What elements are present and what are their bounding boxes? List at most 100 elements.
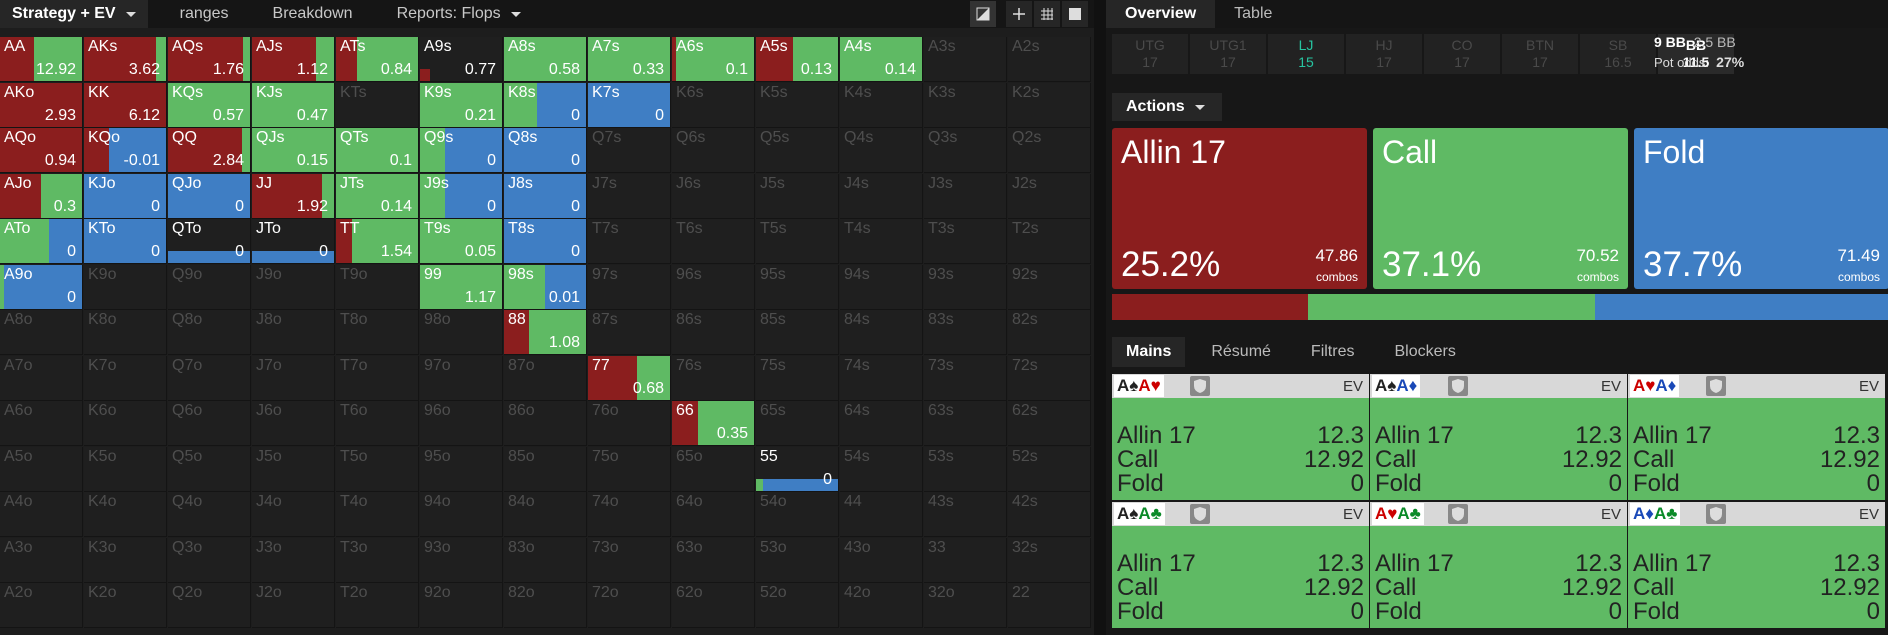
hand-cell-32o[interactable]: 32o xyxy=(924,583,1007,628)
grid-icon[interactable] xyxy=(1034,1,1060,27)
hand-cell-Q9o[interactable]: Q9o xyxy=(168,264,251,310)
hand-cell-J6o[interactable]: J6o xyxy=(252,401,335,446)
hand-card[interactable]: A♥A♣ EV Allin 17 12.3 Call 12.92 Fold 0 xyxy=(1370,502,1627,628)
hand-cell-86o[interactable]: 86o xyxy=(504,401,587,446)
hand-cell-K5o[interactable]: K5o xyxy=(84,446,167,492)
hand-cell-J8o[interactable]: J8o xyxy=(252,310,335,355)
hand-card[interactable]: A♠A♥ EV Allin 17 12.3 Call 12.92 Fold 0 xyxy=(1112,374,1369,500)
hand-cell-82s[interactable]: 82s xyxy=(1008,310,1091,355)
hand-cell-A5o[interactable]: A5o xyxy=(0,446,83,492)
shield-icon[interactable] xyxy=(1190,504,1210,524)
hand-cell-92s[interactable]: 92s xyxy=(1008,264,1091,310)
hand-cell-Q7o[interactable]: Q7o xyxy=(168,355,251,401)
hand-cell-74o[interactable]: 74o xyxy=(588,492,671,537)
hand-cell-52s[interactable]: 52s xyxy=(1008,446,1091,492)
hand-cell-Q4o[interactable]: Q4o xyxy=(168,492,251,537)
hand-cell-T8o[interactable]: T8o xyxy=(336,310,419,355)
square-icon[interactable] xyxy=(1062,1,1088,27)
hand-cell-A5s[interactable]: 0.13 A5s xyxy=(756,37,839,82)
hand-cell-53o[interactable]: 53o xyxy=(756,537,839,583)
hand-cell-AKo[interactable]: 2.93 AKo xyxy=(0,82,83,128)
hand-cell-JJ[interactable]: 1.92 JJ xyxy=(252,173,335,219)
hand-cell-T9s[interactable]: 0.05 T9s xyxy=(420,219,503,264)
hand-cell-K8s[interactable]: 0 K8s xyxy=(504,82,587,128)
hand-cell-77[interactable]: 0.68 77 xyxy=(588,355,671,401)
hand-cell-83s[interactable]: 83s xyxy=(924,310,1007,355)
shield-icon[interactable] xyxy=(1190,376,1210,396)
hand-cell-A6s[interactable]: 0.1 A6s xyxy=(672,37,755,82)
hand-cell-A2o[interactable]: A2o xyxy=(0,583,83,628)
hand-cell-63o[interactable]: 63o xyxy=(672,537,755,583)
hand-cell-T5s[interactable]: T5s xyxy=(756,219,839,264)
hand-cell-T2o[interactable]: T2o xyxy=(336,583,419,628)
hand-cell-66[interactable]: 0.35 66 xyxy=(672,401,755,446)
hand-cell-Q9s[interactable]: 0 Q9s xyxy=(420,128,503,173)
hand-cell-85o[interactable]: 85o xyxy=(504,446,587,492)
hand-card[interactable]: A♠A♣ EV Allin 17 12.3 Call 12.92 Fold 0 xyxy=(1112,502,1369,628)
hand-cell-99[interactable]: 1.17 99 xyxy=(420,264,503,310)
tab-resumé[interactable]: Résumé xyxy=(1197,337,1285,367)
hand-cell-A9o[interactable]: 0 A9o xyxy=(0,264,83,310)
hand-cell-J9o[interactable]: J9o xyxy=(252,264,335,310)
hand-cell-ATo[interactable]: 0 ATo xyxy=(0,219,83,264)
tab-strategy-ev[interactable]: Strategy + EV xyxy=(0,0,148,28)
hand-cell-K8o[interactable]: K8o xyxy=(84,310,167,355)
hand-cell-J2o[interactable]: J2o xyxy=(252,583,335,628)
contrast-icon[interactable] xyxy=(970,1,996,27)
hand-cell-J3s[interactable]: J3s xyxy=(924,173,1007,219)
hand-cell-J9s[interactable]: 0 J9s xyxy=(420,173,503,219)
hand-cell-85s[interactable]: 85s xyxy=(756,310,839,355)
hand-cell-K3o[interactable]: K3o xyxy=(84,537,167,583)
hand-cell-95s[interactable]: 95s xyxy=(756,264,839,310)
hand-card[interactable]: A♠A♦ EV Allin 17 12.3 Call 12.92 Fold 0 xyxy=(1370,374,1627,500)
tab-breakdown[interactable]: Breakdown xyxy=(261,0,365,28)
tab-mains[interactable]: Mains xyxy=(1112,337,1186,367)
hand-cell-T3o[interactable]: T3o xyxy=(336,537,419,583)
hand-cell-QTo[interactable]: 0 QTo xyxy=(168,219,251,264)
hand-cell-T9o[interactable]: T9o xyxy=(336,264,419,310)
actions-dropdown[interactable]: Actions xyxy=(1112,93,1222,121)
action-card-call[interactable]: Call 37.1% 70.52 combos xyxy=(1373,128,1628,289)
hand-cell-64o[interactable]: 64o xyxy=(672,492,755,537)
hand-cell-JTs[interactable]: 0.14 JTs xyxy=(336,173,419,219)
position-co[interactable]: CO 17 xyxy=(1424,34,1500,74)
hand-cell-32s[interactable]: 32s xyxy=(1008,537,1091,583)
hand-cell-Q3s[interactable]: Q3s xyxy=(924,128,1007,173)
hand-cell-62o[interactable]: 62o xyxy=(672,583,755,628)
hand-cell-22[interactable]: 22 xyxy=(1008,583,1091,628)
hand-cell-K4s[interactable]: K4s xyxy=(840,82,923,128)
tab-blockers[interactable]: Blockers xyxy=(1380,337,1469,367)
hand-cell-K2o[interactable]: K2o xyxy=(84,583,167,628)
tab-overview[interactable]: Overview xyxy=(1106,0,1216,28)
hand-cell-QJo[interactable]: 0 QJo xyxy=(168,173,251,219)
hand-cell-Q6s[interactable]: Q6s xyxy=(672,128,755,173)
hand-cell-42s[interactable]: 42s xyxy=(1008,492,1091,537)
position-btn[interactable]: BTN 17 xyxy=(1502,34,1578,74)
shield-icon[interactable] xyxy=(1706,376,1726,396)
hand-cell-94s[interactable]: 94s xyxy=(840,264,923,310)
hand-cell-74s[interactable]: 74s xyxy=(840,355,923,401)
hand-cell-TT[interactable]: 1.54 TT xyxy=(336,219,419,264)
hand-cell-95o[interactable]: 95o xyxy=(420,446,503,492)
hand-cell-QJs[interactable]: 0.15 QJs xyxy=(252,128,335,173)
hand-cell-54o[interactable]: 54o xyxy=(756,492,839,537)
tab-reports-flops[interactable]: Reports: Flops xyxy=(385,0,533,28)
hand-cell-AQs[interactable]: 1.76 AQs xyxy=(168,37,251,82)
hand-cell-33[interactable]: 33 xyxy=(924,537,1007,583)
hand-cell-86s[interactable]: 86s xyxy=(672,310,755,355)
hand-cell-Q8o[interactable]: Q8o xyxy=(168,310,251,355)
hand-cell-72o[interactable]: 72o xyxy=(588,583,671,628)
hand-cell-97o[interactable]: 97o xyxy=(420,355,503,401)
hand-cell-T7s[interactable]: T7s xyxy=(588,219,671,264)
hand-cell-K9o[interactable]: K9o xyxy=(84,264,167,310)
hand-cell-96o[interactable]: 96o xyxy=(420,401,503,446)
hand-cell-83o[interactable]: 83o xyxy=(504,537,587,583)
hand-cell-53s[interactable]: 53s xyxy=(924,446,1007,492)
hand-cell-T4o[interactable]: T4o xyxy=(336,492,419,537)
hand-cell-K5s[interactable]: K5s xyxy=(756,82,839,128)
shield-icon[interactable] xyxy=(1448,376,1468,396)
hand-cell-Q2o[interactable]: Q2o xyxy=(168,583,251,628)
hand-cell-98o[interactable]: 98o xyxy=(420,310,503,355)
hand-cell-43o[interactable]: 43o xyxy=(840,537,923,583)
hand-cell-KQo[interactable]: -0.01 KQo xyxy=(84,128,167,173)
